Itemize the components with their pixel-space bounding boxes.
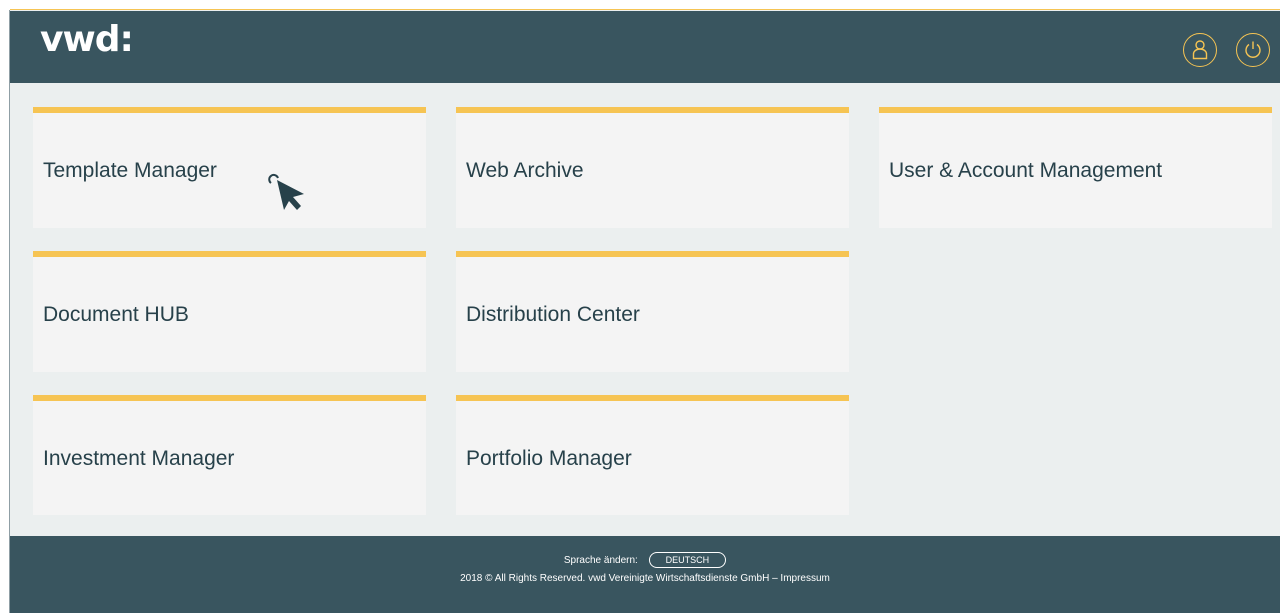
footer: Sprache ändern: DEUTSCH 2018 © All Right… (10, 536, 1280, 613)
tile-user-account-management[interactable]: User & Account Management (879, 107, 1272, 228)
language-switcher: Sprache ändern: DEUTSCH (10, 552, 1280, 568)
tile-template-manager[interactable]: Template Manager (33, 107, 426, 228)
logout-button[interactable] (1236, 33, 1270, 67)
tile-label: Distribution Center (466, 303, 640, 326)
tile-web-archive[interactable]: Web Archive (456, 107, 849, 228)
tile-investment-manager[interactable]: Investment Manager (33, 395, 426, 515)
language-button[interactable]: DEUTSCH (648, 552, 727, 568)
app-window: vwd: Template Manager Web Archive User &… (10, 10, 1280, 613)
user-profile-button[interactable] (1183, 33, 1217, 67)
tile-portfolio-manager[interactable]: Portfolio Manager (456, 395, 849, 515)
tile-label: Document HUB (43, 303, 189, 326)
tile-distribution-center[interactable]: Distribution Center (456, 251, 849, 372)
user-icon (1192, 40, 1208, 60)
copyright-text: 2018 © All Rights Reserved. vwd Vereinig… (460, 573, 830, 584)
vwd-logo[interactable]: vwd: (40, 19, 134, 60)
language-label: Sprache ändern: (563, 554, 638, 566)
tile-label: Portfolio Manager (466, 447, 632, 470)
power-icon (1245, 41, 1261, 58)
tile-label: User & Account Management (889, 159, 1163, 182)
tile-label: Web Archive (466, 159, 584, 182)
mouse-pointer-icon (268, 173, 304, 210)
tile-document-hub[interactable]: Document HUB (33, 251, 426, 372)
tile-label: Template Manager (43, 159, 217, 182)
tile-label: Investment Manager (43, 447, 235, 470)
header-bar: vwd: (10, 11, 1280, 83)
